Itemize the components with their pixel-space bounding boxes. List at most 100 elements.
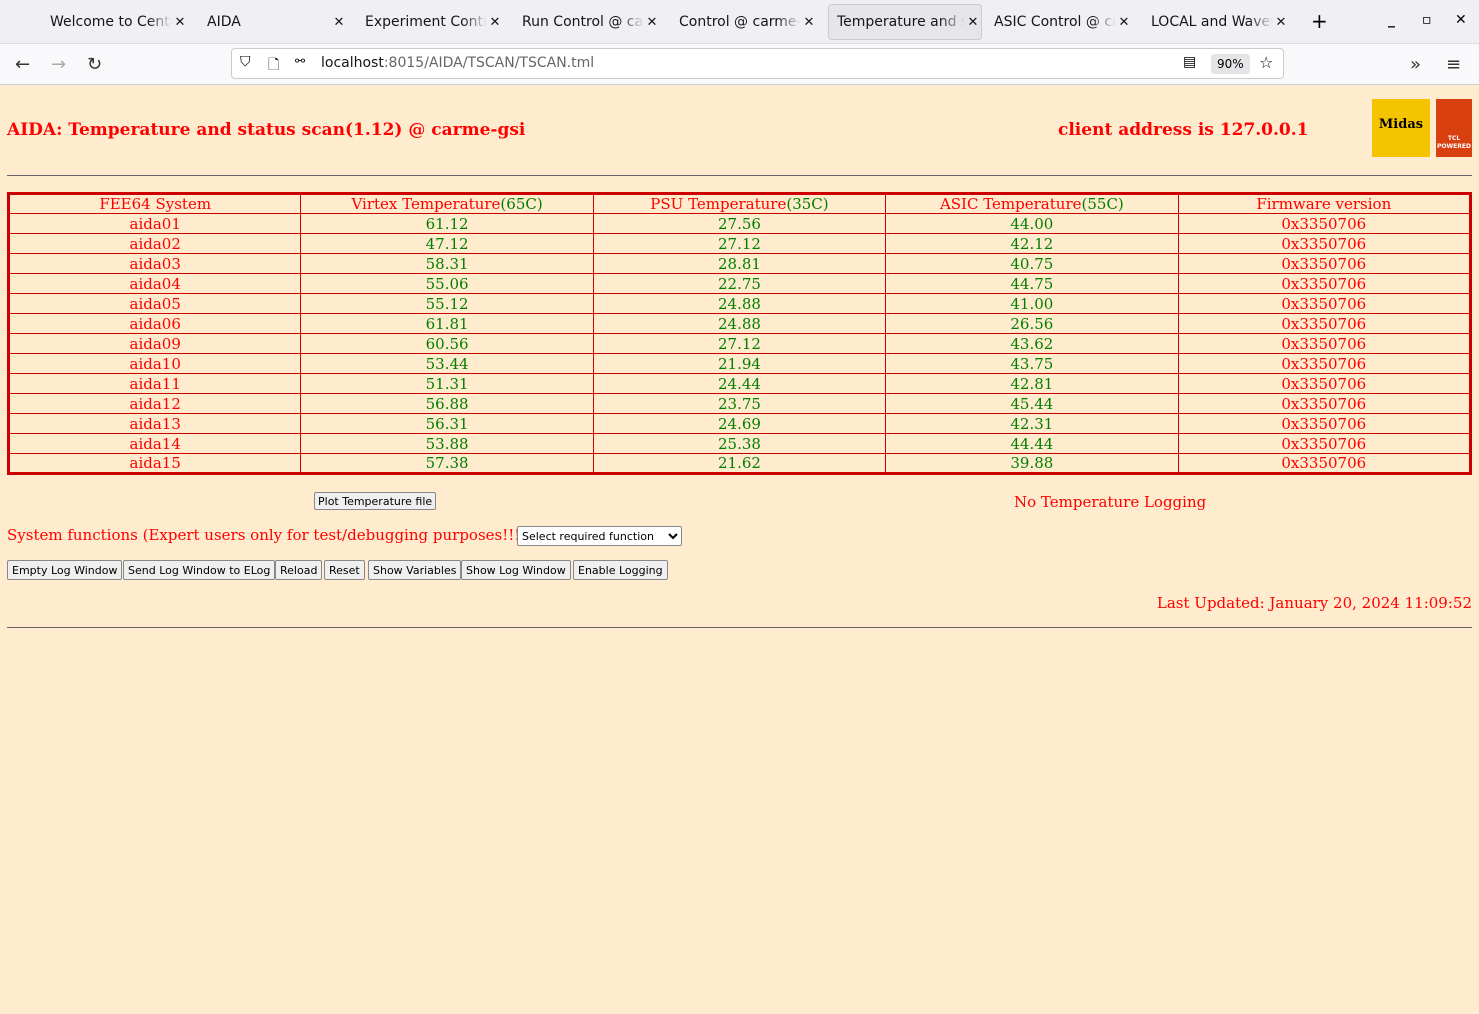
- midas-logo-text: Midas: [1378, 117, 1424, 132]
- firmware-cell: 0x3350706: [1177, 393, 1472, 414]
- system-cell: aida06: [7, 313, 302, 334]
- show-log-window-button[interactable]: Show Log Window: [461, 560, 571, 580]
- virtex-temp-cell: 51.31: [300, 373, 594, 394]
- plot-temperature-button[interactable]: Plot Temperature file: [314, 492, 437, 510]
- system-functions-label: System functions (Expert users only for …: [7, 526, 527, 544]
- header-limit: (65C): [500, 195, 543, 213]
- virtex-temp-cell: 60.56: [300, 333, 594, 354]
- permissions-icon[interactable]: ⚯: [295, 54, 305, 68]
- psu-temp-cell: 21.62: [592, 453, 887, 474]
- tab-experiment-control[interactable]: Experiment Control✕: [357, 4, 503, 40]
- close-icon[interactable]: ✕: [644, 15, 660, 30]
- close-icon[interactable]: ✕: [965, 15, 981, 30]
- tab-control[interactable]: Control @ carme-gsi✕: [671, 4, 817, 40]
- close-icon[interactable]: ✕: [172, 15, 188, 30]
- overflow-icon[interactable]: »: [1410, 54, 1421, 75]
- maximize-icon[interactable]: ▫: [1422, 12, 1432, 28]
- reload-button[interactable]: Reload: [275, 560, 323, 580]
- psu-temp-cell: 24.88: [592, 293, 887, 314]
- system-cell: aida14: [7, 433, 302, 454]
- system-cell: aida10: [7, 353, 302, 374]
- url-text[interactable]: localhost:8015/AIDA/TSCAN/TSCAN.tml: [321, 55, 594, 71]
- table-row: aida09 60.56 27.12 43.62 0x3350706: [7, 333, 1472, 354]
- asic-temp-cell: 40.75: [885, 253, 1179, 274]
- tab-temperature[interactable]: Temperature and status✕: [828, 4, 982, 40]
- system-cell: aida13: [7, 413, 302, 434]
- table-row: aida14 53.88 25.38 44.44 0x3350706: [7, 433, 1472, 454]
- function-select[interactable]: Select required function: [517, 526, 682, 546]
- table-row: aida12 56.88 23.75 45.44 0x3350706: [7, 393, 1472, 414]
- close-icon[interactable]: ✕: [801, 15, 817, 30]
- table-row: aida06 61.81 24.88 26.56 0x3350706: [7, 313, 1472, 334]
- system-cell: aida01: [7, 213, 302, 234]
- reset-button[interactable]: Reset: [324, 560, 365, 580]
- tab-title: AIDA: [207, 14, 241, 30]
- virtex-temp-cell: 55.06: [300, 273, 594, 294]
- header-limit: (35C): [786, 195, 829, 213]
- virtex-temp-cell: 55.12: [300, 293, 594, 314]
- asic-temp-cell: 44.75: [885, 273, 1179, 294]
- minimize-icon[interactable]: _: [1388, 12, 1395, 28]
- header-text: Firmware version: [1256, 195, 1392, 213]
- header-text: ASIC Temperature: [939, 195, 1082, 213]
- tab-aida[interactable]: AIDA ✕: [199, 4, 347, 40]
- tab-title: LOCAL and Waveform: [1151, 14, 1273, 30]
- forward-icon[interactable]: →: [51, 54, 66, 75]
- page-title: AIDA: Temperature and status scan(1.12) …: [7, 120, 526, 140]
- psu-temp-cell: 23.75: [592, 393, 887, 414]
- virtex-temp-cell: 53.44: [300, 353, 594, 374]
- empty-log-window-button[interactable]: Empty Log Window: [7, 560, 123, 580]
- tab-title: Temperature and status: [837, 14, 965, 30]
- firmware-cell: 0x3350706: [1177, 313, 1472, 334]
- close-icon[interactable]: ✕: [331, 15, 347, 30]
- virtex-temp-cell: 58.31: [300, 253, 594, 274]
- send-log-window-to-elog-button[interactable]: Send Log Window to ELog: [123, 560, 276, 580]
- tcl-logo: TCL POWERED: [1436, 99, 1472, 157]
- firmware-cell: 0x3350706: [1177, 333, 1472, 354]
- system-cell: aida12: [7, 393, 302, 414]
- url-host: localhost: [321, 55, 384, 71]
- tab-local-waveform[interactable]: LOCAL and Waveform✕: [1143, 4, 1289, 40]
- psu-temp-cell: 24.88: [592, 313, 887, 334]
- psu-temp-cell: 21.94: [592, 353, 887, 374]
- tab-welcome[interactable]: Welcome to CentOS✕: [42, 4, 188, 40]
- tab-run-control[interactable]: Run Control @ carme-gsi✕: [514, 4, 660, 40]
- table-row: aida13 56.31 24.69 42.31 0x3350706: [7, 413, 1472, 434]
- client-address: client address is 127.0.0.1: [1058, 120, 1309, 140]
- tab-title: Welcome to CentOS: [50, 14, 172, 30]
- table-row: aida02 47.12 27.12 42.12 0x3350706: [7, 233, 1472, 254]
- back-icon[interactable]: ←: [15, 54, 30, 75]
- firmware-cell: 0x3350706: [1177, 213, 1472, 234]
- menu-icon[interactable]: ≡: [1446, 54, 1461, 75]
- virtex-temp-cell: 56.31: [300, 413, 594, 434]
- new-tab-icon[interactable]: +: [1311, 9, 1328, 33]
- close-icon[interactable]: ✕: [1273, 15, 1289, 30]
- psu-temp-cell: 24.69: [592, 413, 887, 434]
- close-icon[interactable]: ✕: [487, 15, 503, 30]
- divider: [7, 175, 1472, 176]
- url-bar[interactable]: ⛉ 🗋 ⚯ localhost:8015/AIDA/TSCAN/TSCAN.tm…: [231, 48, 1284, 79]
- asic-temp-cell: 41.00: [885, 293, 1179, 314]
- tab-asic-control[interactable]: ASIC Control @ carme-gsi✕: [986, 4, 1132, 40]
- navigation-bar: ← → ↻ ⛉ 🗋 ⚯ localhost:8015/AIDA/TSCAN/TS…: [0, 44, 1479, 85]
- divider: [7, 627, 1472, 628]
- system-cell: aida05: [7, 293, 302, 314]
- star-icon[interactable]: ☆: [1259, 53, 1273, 72]
- close-icon[interactable]: ✕: [1116, 15, 1132, 30]
- close-window-icon[interactable]: ✕: [1455, 12, 1467, 28]
- firmware-cell: 0x3350706: [1177, 353, 1472, 374]
- table-row: aida05 55.12 24.88 41.00 0x3350706: [7, 293, 1472, 314]
- table-row: aida01 61.12 27.56 44.00 0x3350706: [7, 213, 1472, 234]
- show-variables-button[interactable]: Show Variables: [368, 560, 462, 580]
- tab-title: Experiment Control: [365, 14, 487, 30]
- shield-icon[interactable]: ⛉: [240, 54, 251, 70]
- reload-icon[interactable]: ↻: [87, 54, 102, 75]
- zoom-level[interactable]: 90%: [1211, 54, 1250, 74]
- psu-temp-cell: 27.12: [592, 333, 887, 354]
- reader-view-icon[interactable]: ▤: [1183, 54, 1196, 70]
- asic-temp-cell: 42.12: [885, 233, 1179, 254]
- table-row: aida11 51.31 24.44 42.81 0x3350706: [7, 373, 1472, 394]
- asic-temp-cell: 39.88: [885, 453, 1179, 474]
- asic-temp-cell: 42.81: [885, 373, 1179, 394]
- enable-logging-button[interactable]: Enable Logging: [573, 560, 668, 580]
